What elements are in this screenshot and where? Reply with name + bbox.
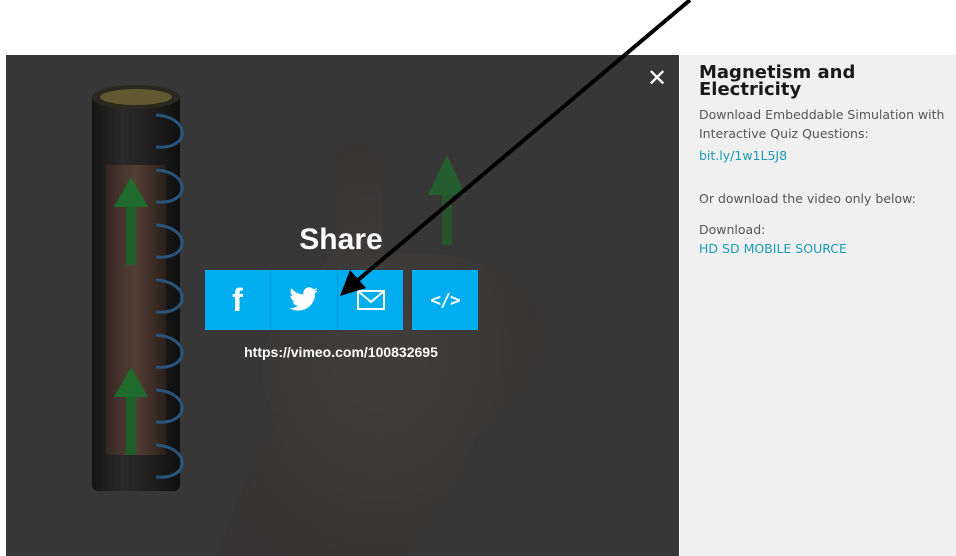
close-icon[interactable]: ✕ [646,66,668,90]
video-player[interactable]: ✕ Share f </> https://vimeo.com/10083269… [6,55,679,556]
twitter-bird-icon [289,287,319,311]
share-button-group: f [205,270,403,330]
video-description: Download Embeddable Simulation with Inte… [699,107,945,141]
download-links: HD SD MOBILE SOURCE [699,239,847,258]
email-share-button[interactable] [338,270,403,330]
video-sidebar: Magnetism and Electricity Download Embed… [680,55,956,556]
facebook-icon: f [232,282,243,318]
twitter-share-button[interactable] [271,270,338,330]
video-title: Magnetism and Electricity [699,62,856,100]
facebook-share-button[interactable]: f [205,270,271,330]
download-mobile-link[interactable]: MOBILE [744,241,792,256]
download-label: Download: [699,222,766,237]
embed-code-icon: </> [430,289,460,311]
download-source-link[interactable]: SOURCE [795,241,847,256]
embed-button[interactable]: </> [412,270,478,330]
page: ✕ Share f </> https://vimeo.com/10083269… [0,0,956,556]
download-sd-link[interactable]: SD [722,241,740,256]
envelope-icon [356,290,385,310]
download-hd-link[interactable]: HD [699,241,718,256]
video-only-text: Or download the video only below: [699,191,916,206]
share-title: Share [299,223,383,256]
simulation-link[interactable]: bit.ly/1w1L5J8 [699,146,787,165]
share-url[interactable]: https://vimeo.com/100832695 [196,344,486,360]
